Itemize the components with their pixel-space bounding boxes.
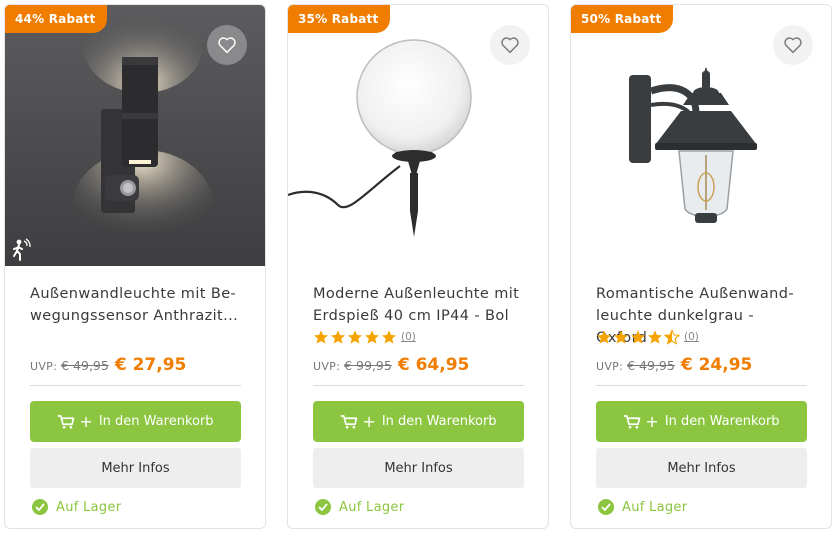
review-count[interactable]: (0) — [401, 331, 416, 343]
stock-label: Auf Lager — [56, 499, 122, 515]
add-to-cart-label: In den Warenkorb — [381, 414, 497, 429]
check-circle-icon — [598, 499, 614, 515]
star-icon — [365, 330, 379, 344]
product-title[interactable]: Moderne Außenleuchte mit Erdspieß 40 cm … — [313, 283, 525, 327]
plus-icon: + — [362, 411, 376, 431]
stock-status: Auf Lager — [32, 499, 121, 515]
add-to-cart-button[interactable]: + In den Warenkorb — [596, 401, 807, 442]
more-info-label: Mehr Infos — [101, 460, 170, 476]
add-to-cart-button[interactable]: + In den Warenkorb — [313, 401, 524, 442]
sale-price: € 27,95 — [114, 355, 187, 375]
product-card[interactable]: 50% Rabatt Romantische Außenwand- leucht… — [570, 4, 832, 529]
product-card[interactable]: 35% Rabatt Moderne Außenleuchte mit Erds… — [287, 4, 549, 529]
star-icon — [331, 330, 345, 344]
stock-label: Auf Lager — [622, 499, 688, 515]
title-line: Romantische Außenwand- — [596, 286, 794, 302]
stock-label: Auf Lager — [339, 499, 405, 515]
plus-icon: + — [79, 411, 93, 431]
add-to-cart-label: In den Warenkorb — [664, 414, 780, 429]
review-count[interactable]: (0) — [684, 331, 699, 343]
wishlist-button[interactable] — [490, 25, 530, 65]
cart-icon — [58, 414, 75, 429]
sale-price: € 64,95 — [397, 355, 470, 375]
title-line: Moderne Außenleuchte mit — [313, 286, 520, 302]
motion-sensor-icon — [11, 238, 33, 266]
product-card[interactable]: 44% Rabatt Außenwandleuchte mit Be- wegu… — [4, 4, 266, 529]
old-price: € 49,95 — [61, 358, 109, 373]
stock-status: Auf Lager — [315, 499, 404, 515]
divider — [313, 385, 524, 386]
discount-badge: 50% Rabatt — [571, 5, 674, 33]
wishlist-button[interactable] — [207, 25, 247, 65]
price-row: UVP: € 49,95 € 27,95 — [30, 355, 186, 375]
cart-icon — [341, 414, 358, 429]
divider — [596, 385, 807, 386]
sale-price: € 24,95 — [680, 355, 753, 375]
price-row: UVP: € 99,95 € 64,95 — [313, 355, 469, 375]
title-line: Erdspieß 40 cm IP44 - Bol — [313, 308, 510, 324]
stock-status: Auf Lager — [598, 499, 687, 515]
check-circle-icon — [315, 499, 331, 515]
uvp-label: UVP: — [30, 360, 58, 373]
add-to-cart-label: In den Warenkorb — [98, 414, 214, 429]
heart-icon — [501, 37, 519, 54]
cart-icon — [624, 414, 641, 429]
star-icon — [314, 330, 328, 344]
more-info-button[interactable]: Mehr Infos — [313, 448, 524, 488]
more-info-button[interactable]: Mehr Infos — [30, 448, 241, 488]
plus-icon: + — [645, 411, 659, 431]
star-icon — [348, 330, 362, 344]
check-circle-icon — [32, 499, 48, 515]
old-price: € 49,95 — [627, 358, 675, 373]
uvp-label: UVP: — [596, 360, 624, 373]
title-line: Außenwandleuchte mit Be- — [30, 286, 237, 302]
star-icon — [648, 330, 662, 344]
old-price: € 99,95 — [344, 358, 392, 373]
uvp-label: UVP: — [313, 360, 341, 373]
discount-badge: 44% Rabatt — [5, 5, 108, 33]
star-icon — [382, 330, 396, 344]
title-line: wegungssensor Anthrazit... — [30, 308, 239, 324]
heart-icon — [784, 37, 802, 54]
more-info-label: Mehr Infos — [384, 460, 453, 476]
discount-badge: 35% Rabatt — [288, 5, 391, 33]
heart-icon — [218, 37, 236, 54]
price-row: UVP: € 49,95 € 24,95 — [596, 355, 752, 375]
wishlist-button[interactable] — [773, 25, 813, 65]
product-image[interactable]: 44% Rabatt — [5, 5, 265, 266]
rating-stars[interactable]: (0) — [596, 329, 699, 345]
divider — [30, 385, 241, 386]
product-grid: 44% Rabatt Außenwandleuchte mit Be- wegu… — [0, 0, 835, 533]
product-title[interactable]: Außenwandleuchte mit Be- wegungssensor A… — [30, 283, 242, 327]
more-info-label: Mehr Infos — [667, 460, 736, 476]
star-icon — [631, 330, 645, 344]
product-image[interactable]: 50% Rabatt — [571, 5, 831, 266]
rating-stars[interactable]: (0) — [313, 329, 416, 345]
more-info-button[interactable]: Mehr Infos — [596, 448, 807, 488]
add-to-cart-button[interactable]: + In den Warenkorb — [30, 401, 241, 442]
star-icon — [614, 330, 628, 344]
star-icon — [597, 330, 611, 344]
half-star-icon — [664, 329, 680, 345]
product-image[interactable]: 35% Rabatt — [288, 5, 548, 266]
